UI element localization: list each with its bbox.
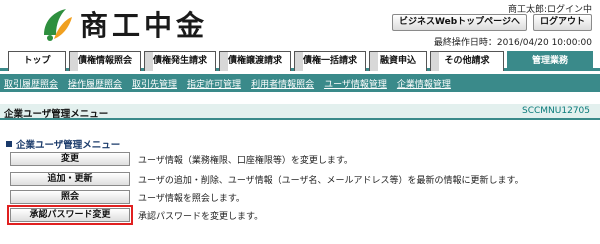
business-web-top-button[interactable]: ビジネスWebトップページへ xyxy=(392,14,527,31)
tab-claim-transfer[interactable]: 債権譲渡請求 xyxy=(219,51,291,71)
menu-description: ユーザ情報を照会します。 xyxy=(138,193,245,204)
sub-navigation: 取引履歴照会 操作履歴照会 取引先管理 指定許可管理 利用者情報照会 ユーザ情報… xyxy=(0,74,600,92)
logo-text: 商工中金 xyxy=(80,9,209,42)
subnav-company-info-management[interactable]: 企業情報管理 xyxy=(397,77,451,90)
header: 商工中金 商工太郎:ログイン中 ビジネスWebトップページへ ログアウト 最終操… xyxy=(0,0,600,50)
tab-other-requests[interactable]: その他請求 xyxy=(430,51,504,71)
shokochukin-logo-icon xyxy=(44,9,72,41)
tab-label: その他請求 xyxy=(444,56,490,66)
tab-claim-batch[interactable]: 債権一括請求 xyxy=(294,51,366,71)
tab-admin[interactable]: 管理業務 xyxy=(507,51,593,71)
menu-description: 承認パスワードを変更します。 xyxy=(138,211,264,222)
section-title: 企業ユーザ管理メニュー xyxy=(6,137,120,151)
title-bar: 企業ユーザ管理メニュー SCCMNU12705 xyxy=(0,104,600,120)
square-bullet-icon xyxy=(6,141,12,147)
tab-top[interactable]: トップ xyxy=(8,51,66,71)
tab-label: 債権発生請求 xyxy=(152,56,207,66)
subnav-operation-history[interactable]: 操作履歴照会 xyxy=(68,77,122,90)
tab-loan-application[interactable]: 融資申込 xyxy=(369,51,427,71)
tab-label: 融資申込 xyxy=(379,56,416,66)
subnav-user-info-inquiry[interactable]: 利用者情報照会 xyxy=(251,77,314,90)
tab-label: トップ xyxy=(23,56,51,66)
subnav-transaction-history[interactable]: 取引履歴照会 xyxy=(4,77,58,90)
tab-label: 債権情報照会 xyxy=(77,56,132,66)
subnav-counterparty-management[interactable]: 取引先管理 xyxy=(132,77,177,90)
subnav-designated-permission[interactable]: 指定許可管理 xyxy=(187,77,241,90)
last-operation-datetime: 最終操作日時：2016/04/20 10:00:00 xyxy=(433,38,592,48)
tab-claim-issuance[interactable]: 債権発生請求 xyxy=(144,51,216,71)
main-tabs: トップ 債権情報照会 債権発生請求 債権譲渡請求 債権一括請求 融資申込 その他… xyxy=(0,49,600,71)
menu-row-approval-password: 承認パスワード変更 承認パスワードを変更します。 xyxy=(7,205,264,225)
logout-button[interactable]: ログアウト xyxy=(532,14,592,31)
inquiry-button[interactable]: 照会 xyxy=(10,190,130,204)
menu-description: ユーザ情報（業務権限、口座権限等）を変更します。 xyxy=(138,155,353,166)
tab-label: 管理業務 xyxy=(531,56,568,66)
menu-row-change: 変更 ユーザ情報（業務権限、口座権限等）を変更します。 xyxy=(10,152,353,166)
change-button[interactable]: 変更 xyxy=(10,152,130,166)
tab-claim-info-inquiry[interactable]: 債権情報照会 xyxy=(69,51,141,71)
menu-row-add-update: 追加・更新 ユーザの追加・削除、ユーザ情報（ユーザ名、メールアドレス等）を最新の… xyxy=(10,172,524,186)
tab-label: 債権譲渡請求 xyxy=(227,56,282,66)
add-update-button[interactable]: 追加・更新 xyxy=(10,172,130,186)
menu-row-inquiry: 照会 ユーザ情報を照会します。 xyxy=(10,190,245,204)
subnav-user-info-management[interactable]: ユーザ情報管理 xyxy=(324,77,387,90)
logo: 商工中金 xyxy=(40,4,208,44)
tab-label: 債権一括請求 xyxy=(302,56,357,66)
page-title: 企業ユーザ管理メニュー xyxy=(4,109,109,120)
header-buttons: ビジネスWebトップページへ ログアウト xyxy=(392,14,592,31)
screen-id: SCCMNU12705 xyxy=(522,106,590,116)
menu-description: ユーザの追加・削除、ユーザ情報（ユーザ名、メールアドレス等）を最新の情報に更新し… xyxy=(138,175,524,186)
section-title-text: 企業ユーザ管理メニュー xyxy=(16,140,121,151)
approval-password-change-button[interactable]: 承認パスワード変更 xyxy=(7,205,133,225)
